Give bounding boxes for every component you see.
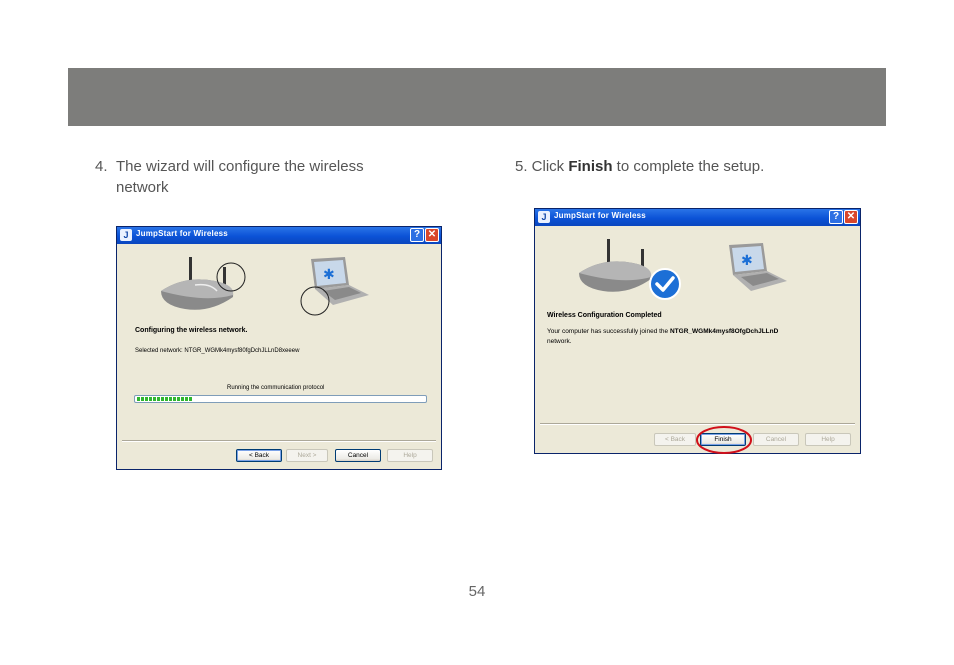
joined-network-name: NTGR_WGMk4mysf8OfgDchJLLnD <box>669 328 779 335</box>
cancel-button[interactable]: Cancel <box>753 433 799 446</box>
configuring-heading: Configuring the wireless network. <box>135 327 248 334</box>
help-titlebar-button[interactable]: ? <box>410 228 424 242</box>
progress-segment <box>161 397 164 401</box>
svg-text:✱: ✱ <box>741 253 753 269</box>
dialog-title: JumpStart for Wireless <box>554 211 646 220</box>
close-titlebar-button[interactable]: ✕ <box>844 210 858 224</box>
step-4-text: The wizard will configure the wireless n… <box>116 158 364 196</box>
progress-segment <box>181 397 184 401</box>
progress-status-text: Running the communication protocol <box>227 385 325 391</box>
progress-segment <box>141 397 144 401</box>
dialog-titlebar: J JumpStart for Wireless ? ✕ <box>535 209 860 226</box>
success-check-icon <box>649 268 681 300</box>
dialog-separator <box>122 440 436 442</box>
antenna-signal-circle <box>216 262 246 292</box>
back-button[interactable]: < Back <box>236 449 282 462</box>
progress-segment <box>157 397 160 401</box>
progress-segment <box>149 397 152 401</box>
progress-segment <box>145 397 148 401</box>
step-4-number: 4. <box>95 158 108 175</box>
help-button[interactable]: Help <box>805 433 851 446</box>
progress-bar <box>134 395 427 403</box>
step-5-suffix: to complete the setup. <box>612 158 765 175</box>
selected-network-label: Selected network: NTGR_WGMk4mysf80fgDchJ… <box>135 348 300 354</box>
page-number: 54 <box>468 583 486 600</box>
help-titlebar-button[interactable]: ? <box>829 210 843 224</box>
step-5-prefix: 5. Click <box>515 158 569 175</box>
cancel-button[interactable]: Cancel <box>335 449 381 462</box>
completed-message: Your computer has successfully joined th… <box>547 327 857 347</box>
step-4-instruction: 4. The wizard will configure the wireles… <box>95 156 395 198</box>
jumpstart-dialog-completed: J JumpStart for Wireless ? ✕ ✱ Wireless … <box>534 208 861 454</box>
step-5-instruction: 5. Click Finish to complete the setup. <box>515 156 875 177</box>
progress-segment <box>169 397 172 401</box>
dialog-title: JumpStart for Wireless <box>136 229 228 238</box>
progress-segment <box>165 397 168 401</box>
progress-segment <box>177 397 180 401</box>
svg-text:✱: ✱ <box>323 267 335 283</box>
jumpstart-app-icon: J <box>120 229 132 241</box>
step-5-finish-keyword: Finish <box>568 158 613 175</box>
completed-message-text: Your computer has successfully joined th… <box>547 328 670 335</box>
close-titlebar-button[interactable]: ✕ <box>425 228 439 242</box>
completed-heading: Wireless Configuration Completed <box>547 312 662 319</box>
progress-bar-fill <box>137 397 193 401</box>
jumpstart-dialog-configuring: J JumpStart for Wireless ? ✕ ✱ Configuri… <box>116 226 442 470</box>
progress-segment <box>185 397 188 401</box>
progress-segment <box>189 397 192 401</box>
jumpstart-app-icon: J <box>538 211 550 223</box>
header-banner <box>68 68 886 126</box>
laptop-signal-circle <box>300 286 330 316</box>
next-button[interactable]: Next > <box>286 449 328 462</box>
laptop-illustration: ✱ <box>729 243 787 291</box>
progress-segment <box>173 397 176 401</box>
help-button[interactable]: Help <box>387 449 433 462</box>
back-button[interactable]: < Back <box>654 433 696 446</box>
finish-highlight-circle <box>696 426 752 454</box>
progress-segment <box>137 397 140 401</box>
completed-message-end: network. <box>547 338 572 345</box>
progress-segment <box>153 397 156 401</box>
dialog-titlebar: J JumpStart for Wireless ? ✕ <box>117 227 441 244</box>
